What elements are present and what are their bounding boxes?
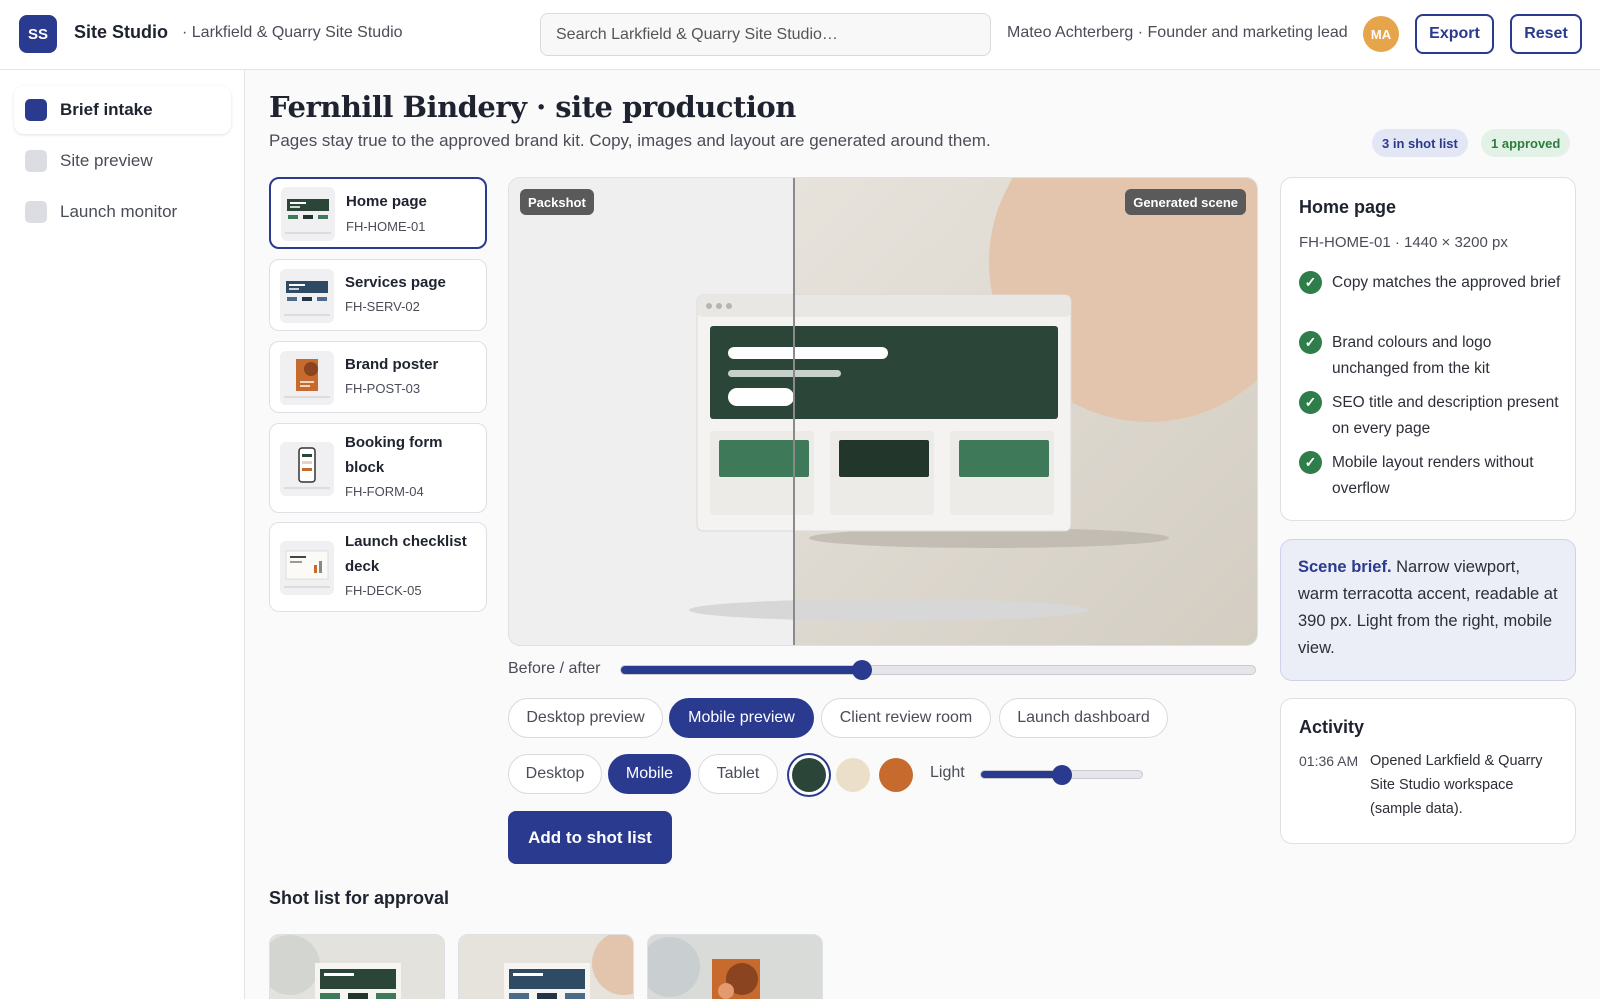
activity-time: 01:36 AM <box>1299 753 1359 769</box>
slider-fill <box>981 771 1062 778</box>
slider-fill <box>621 666 862 674</box>
nav-square-icon <box>25 201 47 223</box>
asset-name: Home page <box>346 193 427 210</box>
shot-list-title: Shot list for approval <box>269 888 450 908</box>
poster-thumbnail-icon <box>280 351 334 405</box>
app-logo[interactable]: SS <box>19 15 57 53</box>
after-tag: Generated scene <box>1125 189 1246 215</box>
asset-name: Booking form block <box>345 434 443 476</box>
checkmark-icon: ✓ <box>1299 451 1322 474</box>
asset-name: Services page <box>345 274 446 291</box>
details-title: Home page <box>1299 197 1397 217</box>
sidebar-item-label: Launch monitor <box>60 202 178 221</box>
page-title: Fernhill Bindery · site production <box>269 90 796 124</box>
check-text: Mobile layout renders without overflow <box>1332 454 1534 497</box>
website-thumbnail-icon <box>281 187 335 241</box>
sidebar-item-label: Site preview <box>60 151 153 170</box>
nav-square-icon <box>25 99 47 121</box>
add-to-shot-list-button[interactable]: Add to shot list <box>508 811 672 864</box>
website-thumbnail-icon <box>280 269 334 323</box>
before-after-preview[interactable]: Packshot Generated scene <box>508 177 1258 646</box>
asset-code: FH-HOME-01 <box>346 219 426 234</box>
mobile-preview-tab[interactable]: Mobile preview <box>669 698 814 738</box>
sidebar-item-site-preview[interactable]: Site preview <box>14 137 231 185</box>
device-mobile-button[interactable]: Mobile <box>608 754 691 794</box>
user-label: Mateo Achterberg · Founder and marketing… <box>1007 24 1348 41</box>
before-after-slider-handle[interactable] <box>851 660 872 680</box>
checkmark-icon: ✓ <box>1299 271 1322 294</box>
page-subtitle: Pages stay true to the approved brand ki… <box>269 131 991 150</box>
shot-list-item[interactable] <box>269 934 445 999</box>
export-button[interactable]: Export <box>1415 14 1494 54</box>
asset-card-booking-form[interactable]: Booking form block FH-FORM-04 <box>269 423 487 513</box>
asset-card-home[interactable]: Home page FH-HOME-01 <box>269 177 487 249</box>
activity-card: Activity 01:36 AM Opened Larkfield & Qua… <box>1280 698 1576 844</box>
top-bar: SS Site Studio · Larkfield & Quarry Site… <box>0 0 1600 70</box>
activity-text: Opened Larkfield & Quarry Site Studio wo… <box>1370 753 1543 817</box>
checkmark-icon: ✓ <box>1299 391 1322 414</box>
device-desktop-button[interactable]: Desktop <box>508 754 602 794</box>
asset-card-poster[interactable]: Brand poster FH-POST-03 <box>269 341 487 413</box>
shot-list-item[interactable] <box>458 934 634 999</box>
asset-code: FH-FORM-04 <box>345 484 424 499</box>
swatch-cream[interactable] <box>836 758 870 792</box>
asset-card-services[interactable]: Services page FH-SERV-02 <box>269 259 487 331</box>
avatar[interactable]: MA <box>1363 16 1399 52</box>
swatch-terracotta[interactable] <box>879 758 913 792</box>
reset-button[interactable]: Reset <box>1510 14 1582 54</box>
check-text: Copy matches the approved brief <box>1332 274 1561 291</box>
launch-dashboard-tab[interactable]: Launch dashboard <box>999 698 1168 738</box>
light-label: Light <box>930 764 965 781</box>
activity-title: Activity <box>1299 717 1365 737</box>
phone-thumbnail-icon <box>280 442 334 496</box>
sidebar: Brief intake Site preview Launch monitor <box>0 70 245 999</box>
shot-list-item[interactable] <box>647 934 823 999</box>
light-slider-handle[interactable] <box>1051 765 1072 785</box>
desktop-preview-tab[interactable]: Desktop preview <box>508 698 663 738</box>
checkmark-icon: ✓ <box>1299 331 1322 354</box>
asset-card-checklist-deck[interactable]: Launch checklist deck FH-DECK-05 <box>269 522 487 612</box>
before-after-slider[interactable] <box>620 665 1256 675</box>
search-input[interactable] <box>540 13 991 56</box>
nav-square-icon <box>25 150 47 172</box>
app-name: Site Studio <box>74 22 168 42</box>
client-review-room-tab[interactable]: Client review room <box>821 698 991 738</box>
asset-details-card: Home page FH-HOME-01 · 1440 × 3200 px ✓ … <box>1280 177 1576 521</box>
asset-code: FH-POST-03 <box>345 381 421 396</box>
swatch-green[interactable] <box>792 758 826 792</box>
before-tag: Packshot <box>520 189 594 215</box>
sidebar-item-brief-intake[interactable]: Brief intake <box>14 86 231 134</box>
asset-code: FH-SERV-02 <box>345 299 420 314</box>
approved-count-badge: 1 approved <box>1481 129 1571 157</box>
workspace-name: · Larkfield & Quarry Site Studio <box>182 24 403 41</box>
details-meta: FH-HOME-01 · 1440 × 3200 px <box>1299 234 1508 251</box>
before-after-label: Before / after <box>508 660 601 677</box>
asset-name: Brand poster <box>345 356 439 373</box>
sidebar-item-launch-monitor[interactable]: Launch monitor <box>14 188 231 236</box>
sidebar-item-label: Brief intake <box>60 100 153 119</box>
scene-brief: Scene brief. Narrow viewport, warm terra… <box>1280 539 1576 681</box>
scene-brief-heading: Scene brief. <box>1298 558 1392 576</box>
check-text: SEO title and description present on eve… <box>1332 394 1559 437</box>
slide-thumbnail-icon <box>280 541 334 595</box>
device-tablet-button[interactable]: Tablet <box>698 754 778 794</box>
scene-image <box>509 178 1257 645</box>
asset-code: FH-DECK-05 <box>345 583 422 598</box>
shot-list-count-badge: 3 in shot list <box>1372 129 1468 157</box>
asset-name: Launch checklist deck <box>345 533 467 575</box>
check-text: Brand colours and logo unchanged from th… <box>1332 334 1492 377</box>
